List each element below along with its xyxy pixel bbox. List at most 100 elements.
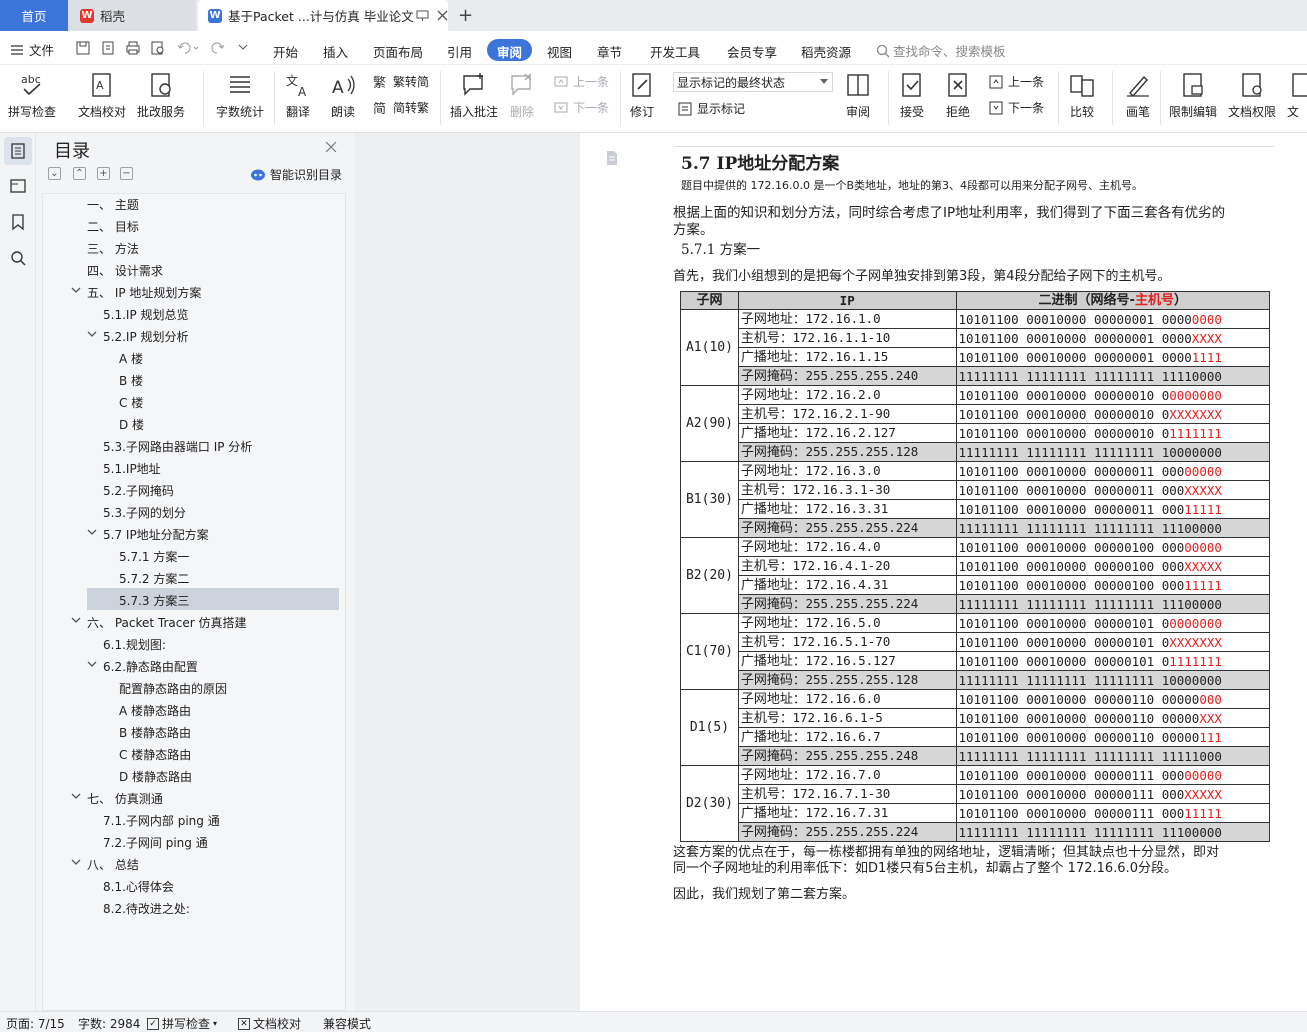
toc-item[interactable]: A 楼 — [119, 347, 143, 369]
menu-docer[interactable]: 稻壳资源 — [801, 42, 851, 61]
chevron-down-icon[interactable] — [87, 527, 97, 537]
doc-permission-button[interactable]: 文档权限 — [1228, 71, 1276, 120]
status-spell-check[interactable]: ✓ 拼写检查 ▾ — [147, 1015, 217, 1032]
toc-item[interactable]: 七、 仿真测通 — [71, 787, 163, 809]
add-heading-icon[interactable]: + — [97, 167, 110, 180]
export-pdf-icon[interactable] — [100, 40, 116, 56]
chevron-down-icon[interactable] — [87, 659, 97, 669]
toc-item[interactable]: D 楼 — [119, 413, 144, 435]
pen-button[interactable]: 画笔 — [1124, 71, 1152, 120]
navigation-icon[interactable] — [9, 177, 27, 195]
menu-view[interactable]: 视图 — [547, 42, 572, 61]
print-icon[interactable] — [125, 40, 141, 56]
delete-comment-button[interactable]: 删除 — [508, 71, 536, 120]
tab-document[interactable]: W 基于Packet ...计与仿真 毕业论文 — [198, 0, 448, 31]
collapse-all-icon[interactable]: ⌃ — [73, 167, 86, 180]
toc-item[interactable]: C 楼 — [119, 391, 143, 413]
chevron-down-icon[interactable] — [71, 285, 81, 295]
toc-item[interactable]: 8.2.待改进之处: — [103, 897, 190, 919]
restrict-edit-button[interactable]: 限制编辑 — [1169, 71, 1217, 120]
toc-item[interactable]: 5.2.子网掩码 — [103, 479, 174, 501]
menu-chapter[interactable]: 章节 — [597, 42, 622, 61]
close-tab-icon[interactable] — [437, 10, 448, 21]
prev-change-button[interactable]: 上一条 — [988, 73, 1044, 90]
menu-insert[interactable]: 插入 — [323, 42, 348, 61]
new-tab-button[interactable]: + — [458, 5, 473, 26]
print-preview-icon[interactable] — [150, 40, 166, 56]
toc-item[interactable]: 配置静态路由的原因 — [119, 677, 227, 699]
toc-item[interactable]: B 楼静态路由 — [119, 721, 191, 743]
close-icon[interactable] — [325, 141, 337, 153]
toc-item[interactable]: 6.2.静态路由配置 — [87, 655, 198, 677]
file-menu[interactable]: 文件 — [10, 40, 54, 59]
toc-item[interactable]: D 楼静态路由 — [119, 765, 192, 787]
find-icon[interactable] — [9, 249, 27, 267]
command-search[interactable]: 查找命令、搜索模板 — [876, 41, 1006, 60]
menu-devtools[interactable]: 开发工具 — [650, 42, 700, 61]
toc-item[interactable]: 5.1.IP地址 — [103, 457, 161, 479]
toc-item[interactable]: 二、 目标 — [87, 215, 139, 237]
chevron-down-icon[interactable] — [71, 615, 81, 625]
redo-icon[interactable] — [208, 40, 232, 56]
menu-review[interactable]: 审阅 — [497, 42, 522, 61]
remove-heading-icon[interactable]: − — [120, 167, 133, 180]
menu-member[interactable]: 会员专享 — [727, 42, 777, 61]
display-state-select[interactable]: 显示标记的最终状态 — [673, 72, 833, 92]
toc-item[interactable]: 5.2.IP 规划分析 — [87, 325, 189, 347]
translate-button[interactable]: 文A 翻译 — [284, 71, 312, 120]
toc-item[interactable]: 5.3.子网路由器端口 IP 分析 — [103, 435, 252, 457]
smart-toc-button[interactable]: 智能识别目录 — [250, 166, 342, 183]
next-change-button[interactable]: 下一条 — [988, 99, 1044, 116]
toc-item[interactable]: 7.1.子网内部 ping 通 — [103, 809, 220, 831]
accept-button[interactable]: 接受 — [898, 71, 926, 120]
review-pane-button[interactable]: 审阅 — [844, 71, 872, 120]
revise-button[interactable]: 修订 — [628, 71, 656, 120]
chevron-down-icon[interactable] — [87, 329, 97, 339]
menu-references[interactable]: 引用 — [447, 42, 472, 61]
toc-item[interactable]: B 楼 — [119, 369, 143, 391]
reject-button[interactable]: 拒绝 — [944, 71, 972, 120]
annotate-service-button[interactable]: 批改服务 — [137, 71, 185, 120]
save-icon[interactable] — [75, 40, 91, 56]
chevron-down-icon[interactable] — [71, 857, 81, 867]
toc-item[interactable]: 五、 IP 地址规划方案 — [71, 281, 201, 303]
to-simplified-button[interactable]: 简 简转繁 — [373, 99, 429, 116]
prev-comment-button[interactable]: 上一条 — [553, 73, 609, 90]
menu-layout[interactable]: 页面布局 — [373, 42, 423, 61]
spell-check-button[interactable]: abc 拼写检查 — [8, 71, 56, 120]
tab-home[interactable]: 首页 — [0, 0, 68, 31]
expand-all-icon[interactable]: ⌄ — [48, 167, 61, 180]
menu-start[interactable]: 开始 — [273, 42, 298, 61]
toc-item[interactable]: 一、 主题 — [87, 193, 139, 215]
doc-proof-button[interactable]: A 文档校对 — [78, 71, 126, 120]
bookmark-icon[interactable] — [9, 213, 27, 231]
show-marks-button[interactable]: 显示标记 — [677, 100, 745, 117]
tab-wps[interactable]: W 稻壳 — [68, 0, 196, 31]
undo-icon[interactable] — [176, 40, 200, 56]
insert-comment-button[interactable]: 插入批注 — [450, 71, 498, 120]
toc-item[interactable]: 8.1.心得体会 — [103, 875, 174, 897]
toc-item[interactable]: 5.7.2 方案二 — [119, 567, 189, 589]
toc-item[interactable]: 四、 设计需求 — [87, 259, 163, 281]
to-traditional-button[interactable]: 繁 繁转简 — [373, 73, 429, 90]
read-aloud-button[interactable]: A 朗读 — [329, 71, 357, 120]
chevron-down-icon[interactable] — [71, 791, 81, 801]
toc-panel-icon[interactable] — [9, 142, 27, 160]
toc-item[interactable]: 六、 Packet Tracer 仿真搭建 — [71, 611, 246, 633]
word-count-indicator[interactable]: 字数: 2984 — [78, 1015, 140, 1032]
toc-item[interactable]: C 楼静态路由 — [119, 743, 191, 765]
next-comment-button[interactable]: 下一条 — [553, 99, 609, 116]
doc-more-button[interactable]: 文 — [1287, 71, 1307, 120]
toc-item[interactable]: 5.1.IP 规划总览 — [103, 303, 189, 325]
toc-item[interactable]: 5.7.1 方案一 — [119, 545, 189, 567]
toc-item[interactable]: 6.1.规划图: — [103, 633, 166, 655]
word-count-button[interactable]: 字数统计 — [216, 71, 264, 120]
toc-item[interactable]: 八、 总结 — [71, 853, 139, 875]
toc-item[interactable]: 5.7.3 方案三 — [119, 589, 189, 611]
toc-item[interactable]: 5.7 IP地址分配方案 — [87, 523, 209, 545]
customize-quickbar-icon[interactable] — [238, 42, 248, 52]
status-doc-proof[interactable]: ✕ 文档校对 — [238, 1015, 301, 1032]
page-indicator[interactable]: 页面: 7/15 — [6, 1015, 65, 1032]
toc-item[interactable]: 7.2.子网间 ping 通 — [103, 831, 208, 853]
toc-item[interactable]: 5.3.子网的划分 — [103, 501, 186, 523]
